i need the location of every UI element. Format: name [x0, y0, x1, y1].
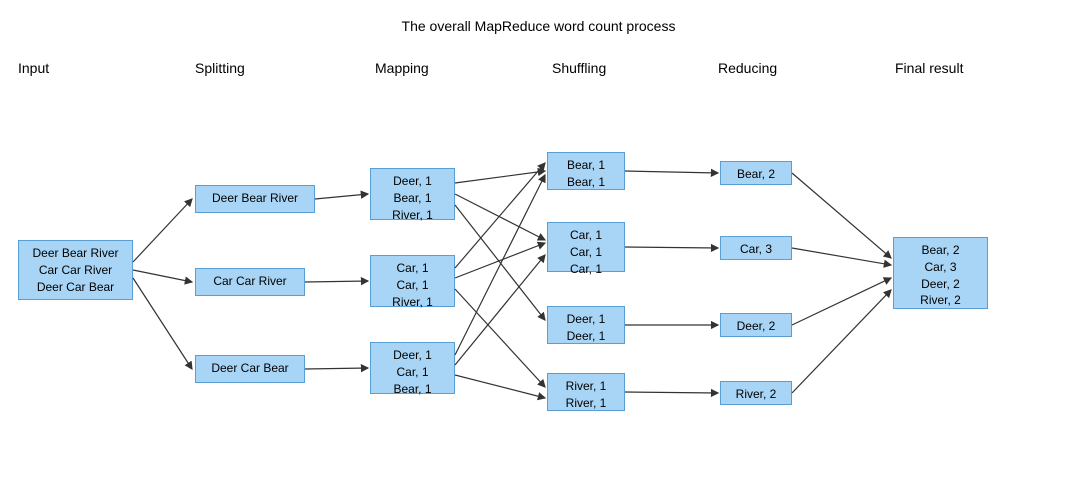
col-label-splitting: Splitting: [195, 60, 245, 76]
box-red1: Bear, 2: [720, 161, 792, 185]
box-red3: Deer, 2: [720, 313, 792, 337]
box-final: Bear, 2Car, 3Deer, 2River, 2: [893, 237, 988, 309]
diagram-container: The overall MapReduce word count process…: [0, 0, 1077, 500]
box-map1: Deer, 1Bear, 1River, 1: [370, 168, 455, 220]
diagram-title: The overall MapReduce word count process: [0, 18, 1077, 34]
col-label-final: Final result: [895, 60, 963, 76]
box-shuf3: Deer, 1Deer, 1: [547, 306, 625, 344]
box-split1: Deer Bear River: [195, 185, 315, 213]
col-label-input: Input: [18, 60, 49, 76]
col-label-shuffling: Shuffling: [552, 60, 606, 76]
col-label-mapping: Mapping: [375, 60, 429, 76]
box-shuf4: River, 1River, 1: [547, 373, 625, 411]
box-red2: Car, 3: [720, 236, 792, 260]
box-map3: Deer, 1Car, 1Bear, 1: [370, 342, 455, 394]
box-shuf2: Car, 1Car, 1Car, 1: [547, 222, 625, 272]
box-split3: Deer Car Bear: [195, 355, 305, 383]
box-input: Deer Bear RiverCar Car RiverDeer Car Bea…: [18, 240, 133, 300]
box-shuf1: Bear, 1Bear, 1: [547, 152, 625, 190]
col-label-reducing: Reducing: [718, 60, 777, 76]
box-red4: River, 2: [720, 381, 792, 405]
box-map2: Car, 1Car, 1River, 1: [370, 255, 455, 307]
box-split2: Car Car River: [195, 268, 305, 296]
